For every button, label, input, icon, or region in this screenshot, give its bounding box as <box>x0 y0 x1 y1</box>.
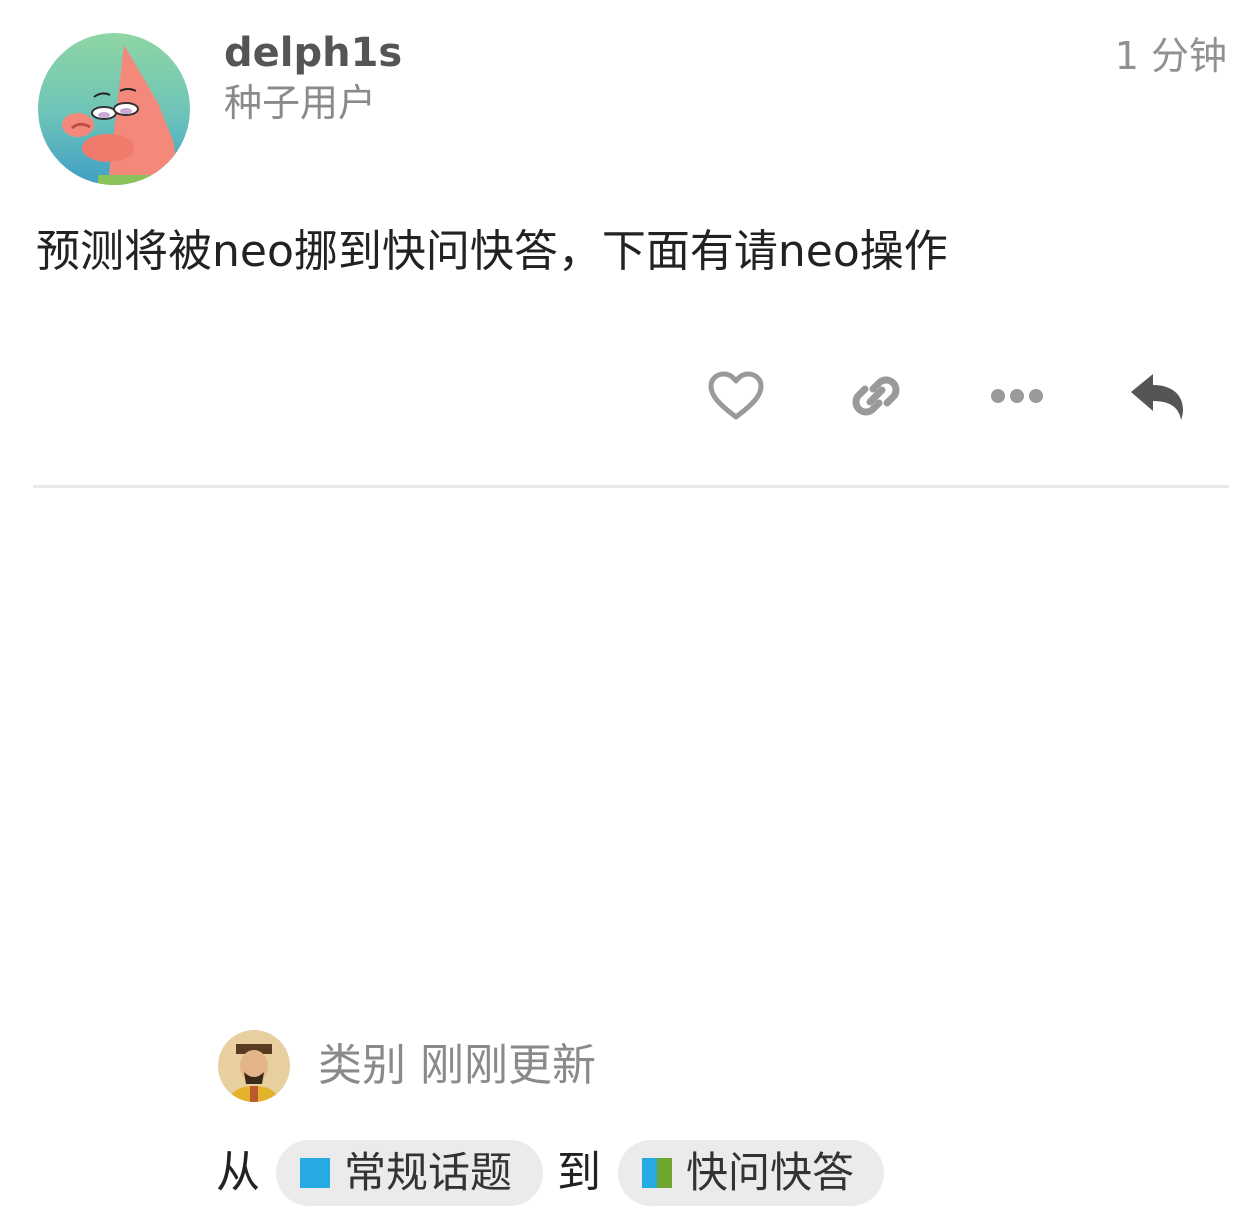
small-action-description: 类别 刚刚更新 <box>318 1040 596 1091</box>
link-icon <box>852 376 900 416</box>
small-action-post: 类别 刚刚更新 从 常规话题 到 快问快答 <box>0 490 1259 1206</box>
category-color-swatch <box>300 1158 330 1188</box>
user-title: 种子用户 <box>224 81 377 125</box>
from-label: 从 <box>216 1147 260 1198</box>
reply-button[interactable] <box>1127 366 1187 426</box>
category-badge-from[interactable]: 常规话题 <box>276 1140 543 1206</box>
post-divider <box>33 485 1229 488</box>
moderator-avatar[interactable] <box>218 1030 290 1102</box>
category-color-swatch <box>642 1158 672 1188</box>
show-more-button[interactable] <box>987 366 1047 426</box>
copy-link-button[interactable] <box>846 366 906 426</box>
post-body: 预测将被neo挪到快问快答，下面有请neo操作 <box>36 226 948 277</box>
post: delph1s 种子用户 1 分钟 预测将被neo挪到快问快答，下面有请neo操… <box>0 0 1259 490</box>
reply-icon <box>1131 374 1183 420</box>
category-name: 快问快答 <box>686 1148 855 1197</box>
ellipsis-icon <box>991 389 1043 403</box>
category-badge-to[interactable]: 快问快答 <box>618 1140 884 1206</box>
user-avatar[interactable] <box>38 33 190 185</box>
post-date[interactable]: 1 分钟 <box>1115 33 1227 79</box>
to-label: 到 <box>557 1147 601 1198</box>
like-button[interactable] <box>706 366 766 426</box>
heart-icon <box>708 371 764 420</box>
username[interactable]: delph1s <box>224 30 402 76</box>
category-name: 常规话题 <box>344 1148 513 1197</box>
